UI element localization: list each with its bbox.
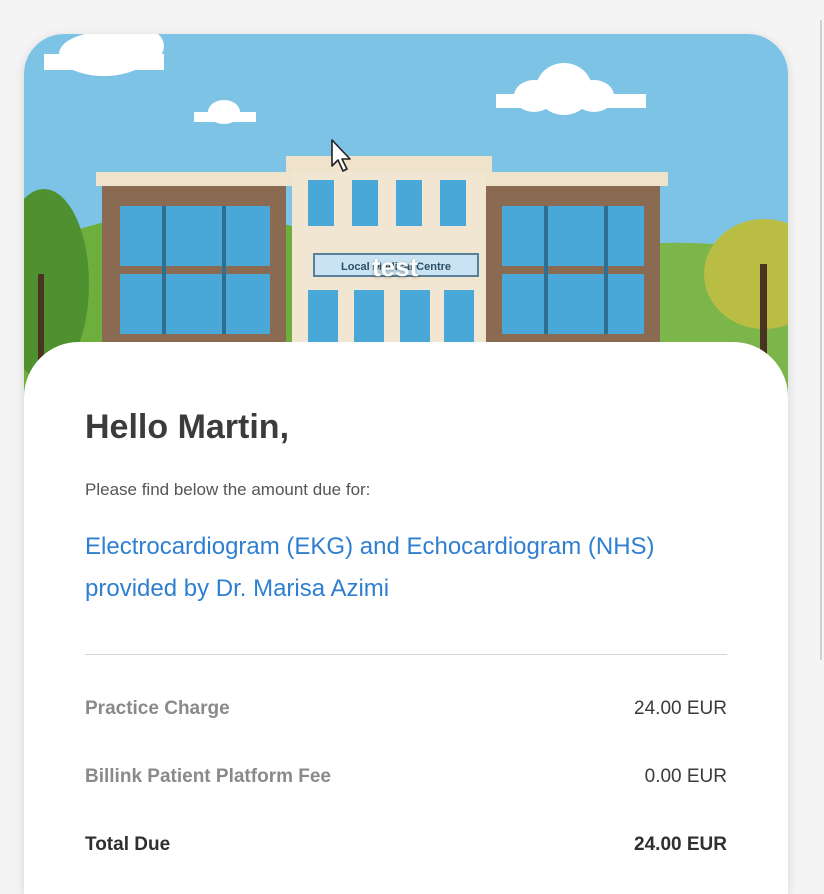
section-divider — [85, 654, 727, 655]
window-edge-divider — [820, 20, 822, 660]
total-due-label: Total Due — [85, 834, 171, 855]
charge-row: Practice Charge 24.00 EUR — [85, 698, 727, 728]
charge-amount: 24.00 EUR — [634, 698, 727, 719]
service-description-link[interactable]: Electrocardiogram (EKG) and Echocardiogr… — [85, 526, 725, 610]
payment-card: Local Medical Centre test Hello Martin, … — [24, 34, 788, 894]
mouse-pointer-icon — [331, 139, 351, 172]
total-due-amount: 24.00 EUR — [634, 834, 727, 855]
total-due-row: Total Due 24.00 EUR — [85, 834, 727, 864]
charge-row: Billink Patient Platform Fee 0.00 EUR — [85, 766, 727, 796]
overlay-test-label: test — [372, 252, 419, 282]
intro-text: Please find below the amount due for: — [85, 480, 371, 499]
greeting-heading: Hello Martin, — [85, 408, 290, 446]
charge-label: Billink Patient Platform Fee — [85, 766, 331, 787]
invoice-panel: Hello Martin, Please find below the amou… — [24, 342, 788, 894]
charge-label: Practice Charge — [85, 698, 230, 719]
charge-amount: 0.00 EUR — [644, 766, 727, 787]
